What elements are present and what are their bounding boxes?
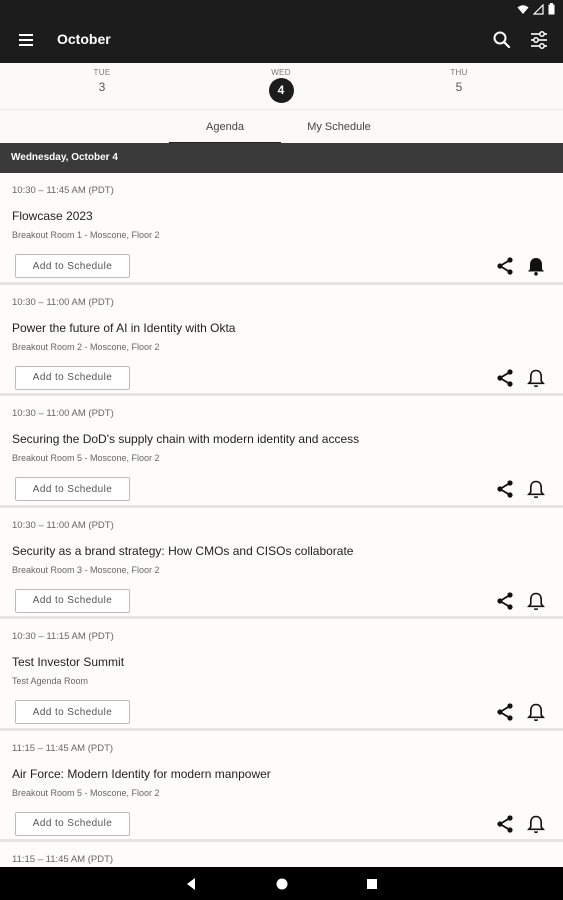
share-icon[interactable] [494,701,516,723]
date-tue[interactable]: TUE 3 [72,63,132,94]
session-location: Breakout Room 2 - Moscone, Floor 2 [12,341,160,352]
date-dow: TUE [93,68,111,77]
bell-icon[interactable] [525,701,547,723]
home-icon[interactable] [274,876,290,892]
session-title[interactable]: Test Investor Summit [12,655,124,669]
app-bar: October [0,18,563,63]
system-nav-bar [0,867,563,900]
wifi-icon [517,4,529,14]
bell-icon[interactable] [525,813,547,835]
page-title: October [57,31,111,47]
session-location: Breakout Room 1 - Moscone, Floor 2 [12,230,160,240]
share-icon[interactable] [494,478,516,500]
date-wed[interactable]: WED 4 [251,63,311,103]
hamburger-icon[interactable] [17,30,37,50]
recents-icon[interactable] [364,876,380,892]
add-to-schedule-button[interactable]: Add to Schedule [15,588,130,613]
sliders-icon[interactable] [528,29,550,51]
add-to-schedule-button[interactable]: Add to Schedule [15,811,130,836]
tab-my-schedule[interactable]: My Schedule [281,110,397,144]
session-time: 10:30 – 11:15 AM (PDT) [12,631,114,642]
tab-bar: Agenda My Schedule [0,109,563,144]
date-number: 3 [98,80,106,94]
signal-icon [533,3,544,15]
session-location: Breakout Room 3 - Moscone, Floor 2 [12,564,160,575]
session-time: 11:15 – 11:45 AM (PDT) [12,742,114,754]
date-dow: WED [271,68,291,77]
share-icon[interactable] [494,590,516,612]
bell-filled-icon[interactable] [525,255,547,277]
date-dow: THU [450,68,468,77]
bell-icon[interactable] [525,590,547,612]
date-selector: TUE 3 WED 4 THU 5 [0,63,563,109]
add-to-schedule-button[interactable]: Add to Schedule [15,700,130,724]
session-time: 10:30 – 11:45 AM (PDT) [12,185,114,196]
session-card[interactable]: 10:30 – 11:00 AM (PDT) Security as a bran… [0,507,563,619]
session-location: Breakout Room 5 - Moscone, Floor 2 [12,787,160,798]
session-time: 10:30 – 11:00 AM (PDT) [12,296,114,308]
bell-icon[interactable] [525,367,547,389]
share-icon[interactable] [494,813,516,835]
session-title[interactable]: Securing the DoD's supply chain with mod… [12,432,359,446]
session-title[interactable]: Flowcase 2023 [12,209,93,223]
session-time: 10:30 – 11:00 AM (PDT) [12,408,114,419]
date-number: 5 [455,80,463,94]
session-card[interactable]: 11:15 – 11:45 AM (PDT) Air Force: Modern … [0,730,563,842]
day-header: Wednesday, October 4 [0,143,563,173]
session-card[interactable]: 10:30 – 11:00 AM (PDT) Power the future o… [0,284,563,396]
session-list[interactable]: 10:30 – 11:45 AM (PDT) Flowcase 2023 Break… [0,173,563,867]
tab-agenda[interactable]: Agenda [169,110,281,144]
share-icon[interactable] [494,367,516,389]
session-time: 10:30 – 11:00 AM (PDT) [12,519,114,531]
session-title[interactable]: Air Force: Modern Identity for modern ma… [12,767,271,781]
search-icon[interactable] [491,29,513,51]
battery-icon [548,3,555,15]
bell-icon[interactable] [525,478,547,500]
date-number: 4 [268,78,294,103]
session-time: 11:15 – 11:45 AM (PDT) [12,854,114,865]
date-thu[interactable]: THU 5 [429,63,489,94]
add-to-schedule-button[interactable]: Add to Schedule [15,477,130,501]
session-title[interactable]: Power the future of AI in Identity with … [12,321,235,335]
session-title[interactable]: Security as a brand strategy: How CMOs a… [12,544,353,558]
add-to-schedule-button[interactable]: Add to Schedule [15,254,130,278]
session-card[interactable]: 10:30 – 11:45 AM (PDT) Flowcase 2023 Break… [0,173,563,285]
session-card[interactable]: 10:30 – 11:00 AM (PDT) Securing the DoD's… [0,396,563,508]
back-icon[interactable] [183,876,199,892]
status-bar [0,0,563,18]
session-card[interactable]: 11:15 – 11:45 AM (PDT) [0,842,563,867]
share-icon[interactable] [494,255,516,277]
add-to-schedule-button[interactable]: Add to Schedule [15,365,130,390]
session-card[interactable]: 10:30 – 11:15 AM (PDT) Test Investor Summ… [0,619,563,731]
session-location: Test Agenda Room [12,676,89,686]
session-location: Breakout Room 5 - Moscone, Floor 2 [12,453,160,463]
